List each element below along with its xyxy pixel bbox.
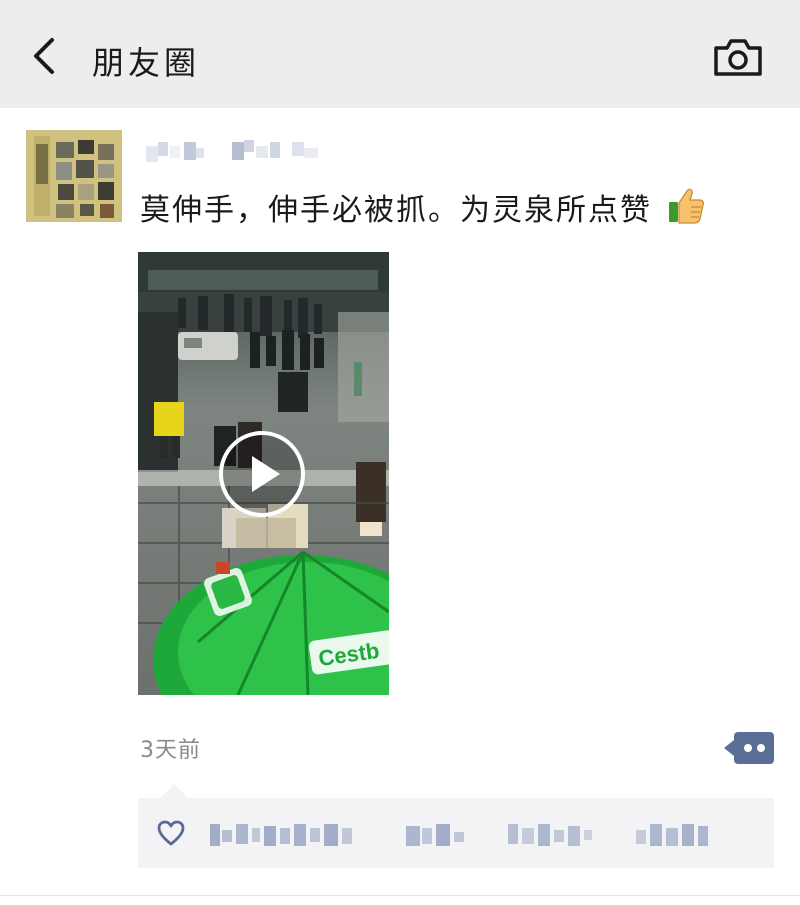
chevron-left-icon[interactable]: [28, 36, 64, 76]
post-text: 莫伸手，伸手必被抓。为灵泉所点赞: [140, 186, 706, 233]
avatar[interactable]: [26, 130, 122, 222]
page-title: 朋友圈: [92, 44, 201, 82]
author-name-blurred[interactable]: [140, 132, 340, 172]
likes-section: [138, 798, 774, 868]
likes-arrow: [160, 784, 188, 798]
play-icon[interactable]: [218, 430, 306, 518]
post-text-body: 莫伸手，伸手必被抓。为灵泉所点赞: [140, 193, 652, 228]
camera-icon[interactable]: [712, 36, 764, 78]
divider: [0, 895, 800, 896]
avatar-pixelated-image: [26, 130, 122, 222]
top-navigation-bar: 朋友圈: [0, 0, 800, 108]
heart-icon: [157, 820, 185, 846]
post-time: 3天前: [140, 738, 201, 763]
comment-more-icon[interactable]: [724, 730, 774, 766]
thumbs-up-icon: [668, 188, 704, 224]
liker-names-blurred[interactable]: [206, 816, 746, 852]
